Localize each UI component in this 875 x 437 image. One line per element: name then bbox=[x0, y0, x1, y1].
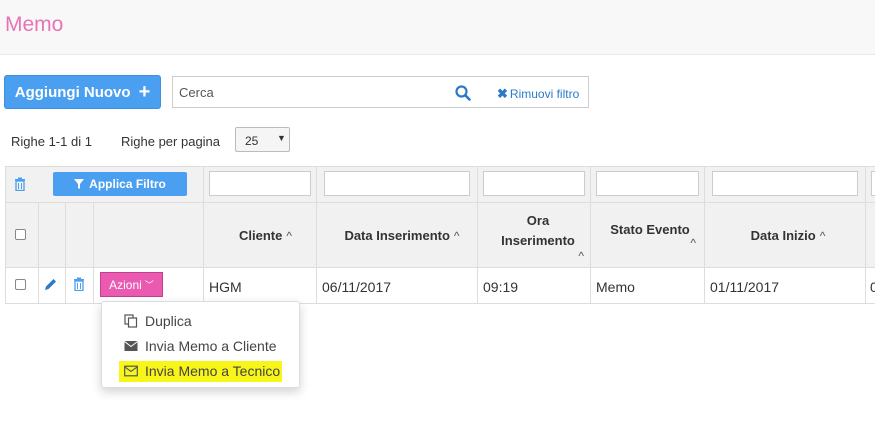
envelope-outline-icon bbox=[124, 365, 138, 377]
data-table: Applica Filtro Cliente ^ Data Inserimento… bbox=[5, 166, 875, 304]
actions-dropdown-menu: Duplica Invia Memo a Cliente Invia Memo … bbox=[101, 301, 300, 388]
sort-icon: ^ bbox=[286, 229, 292, 243]
rows-info: Righe 1-1 di 1 bbox=[11, 134, 92, 149]
select-all-checkbox[interactable] bbox=[15, 229, 26, 240]
search-input-value: Cerca bbox=[179, 85, 214, 100]
divider bbox=[5, 202, 875, 203]
filter-data-inserimento-input[interactable] bbox=[324, 171, 470, 196]
column-label: Data Inserimento bbox=[344, 228, 450, 243]
sort-icon: ^ bbox=[690, 236, 696, 250]
apply-filter-button[interactable]: Applica Filtro bbox=[53, 172, 187, 196]
filter-data-inizio-input[interactable] bbox=[712, 171, 858, 196]
column-label-line2: Inserimento bbox=[501, 233, 575, 248]
search-icon[interactable] bbox=[454, 84, 472, 102]
close-icon: ✖ bbox=[497, 86, 508, 101]
column-label-line1: Ora bbox=[526, 213, 550, 228]
divider bbox=[5, 267, 875, 268]
pencil-icon[interactable] bbox=[44, 278, 57, 291]
divider bbox=[203, 166, 204, 304]
filter-next-input[interactable] bbox=[871, 171, 875, 196]
filter-row: Applica Filtro bbox=[5, 166, 875, 202]
filter-cliente-input[interactable] bbox=[209, 171, 311, 196]
top-bar: Memo bbox=[0, 0, 875, 55]
filter-ora-inserimento-input[interactable] bbox=[483, 171, 585, 196]
divider bbox=[865, 166, 866, 304]
divider bbox=[5, 166, 6, 304]
trash-icon[interactable] bbox=[73, 277, 85, 291]
search-input[interactable]: Cerca ✖ Rimuovi filtro bbox=[172, 76, 589, 108]
trash-icon[interactable] bbox=[14, 177, 26, 191]
add-new-label: Aggiungi Nuovo bbox=[14, 83, 131, 101]
row-checkbox[interactable] bbox=[15, 279, 26, 290]
column-header-data-inserimento[interactable]: Data Inserimento ^ bbox=[322, 228, 482, 243]
sort-icon: ^ bbox=[453, 229, 460, 243]
copy-icon bbox=[124, 314, 138, 328]
rows-per-page-select[interactable]: 25 ▼ bbox=[235, 127, 290, 152]
divider bbox=[590, 166, 591, 304]
menu-item-label: Invia Memo a Tecnico bbox=[145, 363, 281, 379]
column-header-stato-evento[interactable]: Stato Evento ^ bbox=[594, 221, 706, 250]
sort-icon: ^ bbox=[819, 229, 826, 243]
cell-cliente: HGM bbox=[209, 279, 242, 295]
caret-down-icon: ▼ bbox=[277, 133, 286, 143]
menu-item-duplica[interactable]: Duplica bbox=[124, 313, 192, 329]
divider bbox=[93, 202, 94, 304]
cell-data-inserimento: 06/11/2017 bbox=[322, 279, 392, 295]
column-header-ora-inserimento[interactable]: Ora Inserimento ^ bbox=[482, 211, 594, 263]
actions-button[interactable]: Azioni ﹀ bbox=[100, 272, 163, 297]
apply-filter-label: Applica Filtro bbox=[89, 177, 166, 191]
column-label: Cliente bbox=[239, 228, 283, 243]
divider bbox=[65, 202, 66, 304]
remove-filter-label: Rimuovi filtro bbox=[509, 87, 580, 101]
actions-label: Azioni bbox=[109, 277, 142, 292]
divider bbox=[5, 166, 875, 167]
menu-item-label: Invia Memo a Cliente bbox=[145, 338, 277, 354]
column-header-cliente[interactable]: Cliente ^ bbox=[209, 228, 322, 243]
menu-item-label: Duplica bbox=[145, 313, 192, 329]
rows-per-page-label: Righe per pagina bbox=[121, 134, 221, 149]
divider bbox=[477, 166, 478, 304]
menu-item-invia-cliente[interactable]: Invia Memo a Cliente bbox=[124, 338, 277, 354]
cell-overflow: 0 bbox=[870, 279, 875, 295]
column-header-data-inizio[interactable]: Data Inizio ^ bbox=[706, 228, 870, 243]
plus-icon: + bbox=[138, 81, 151, 103]
page-title: Memo bbox=[5, 13, 64, 36]
filter-icon bbox=[74, 179, 85, 189]
chevron-down-icon: ﹀ bbox=[144, 280, 154, 290]
menu-item-invia-tecnico[interactable]: Invia Memo a Tecnico bbox=[124, 363, 280, 379]
remove-filter-button[interactable]: ✖ Rimuovi filtro bbox=[497, 86, 579, 102]
cell-data-inizio: 01/11/2017 bbox=[710, 279, 780, 295]
divider bbox=[38, 202, 39, 304]
cell-ora-inserimento: 09:19 bbox=[483, 279, 519, 295]
add-new-button[interactable]: Aggiungi Nuovo + bbox=[4, 75, 161, 109]
envelope-icon bbox=[124, 341, 138, 351]
filter-stato-evento-input[interactable] bbox=[596, 171, 699, 196]
header-row: Cliente ^ Data Inserimento ^ Ora Inserimen… bbox=[5, 202, 875, 267]
divider bbox=[704, 166, 705, 304]
divider bbox=[316, 166, 317, 304]
sort-icon: ^ bbox=[578, 249, 584, 263]
column-label: Data Inizio bbox=[750, 228, 816, 243]
cell-stato-evento: Memo bbox=[596, 279, 635, 295]
rows-per-page-value: 25 bbox=[245, 134, 259, 148]
